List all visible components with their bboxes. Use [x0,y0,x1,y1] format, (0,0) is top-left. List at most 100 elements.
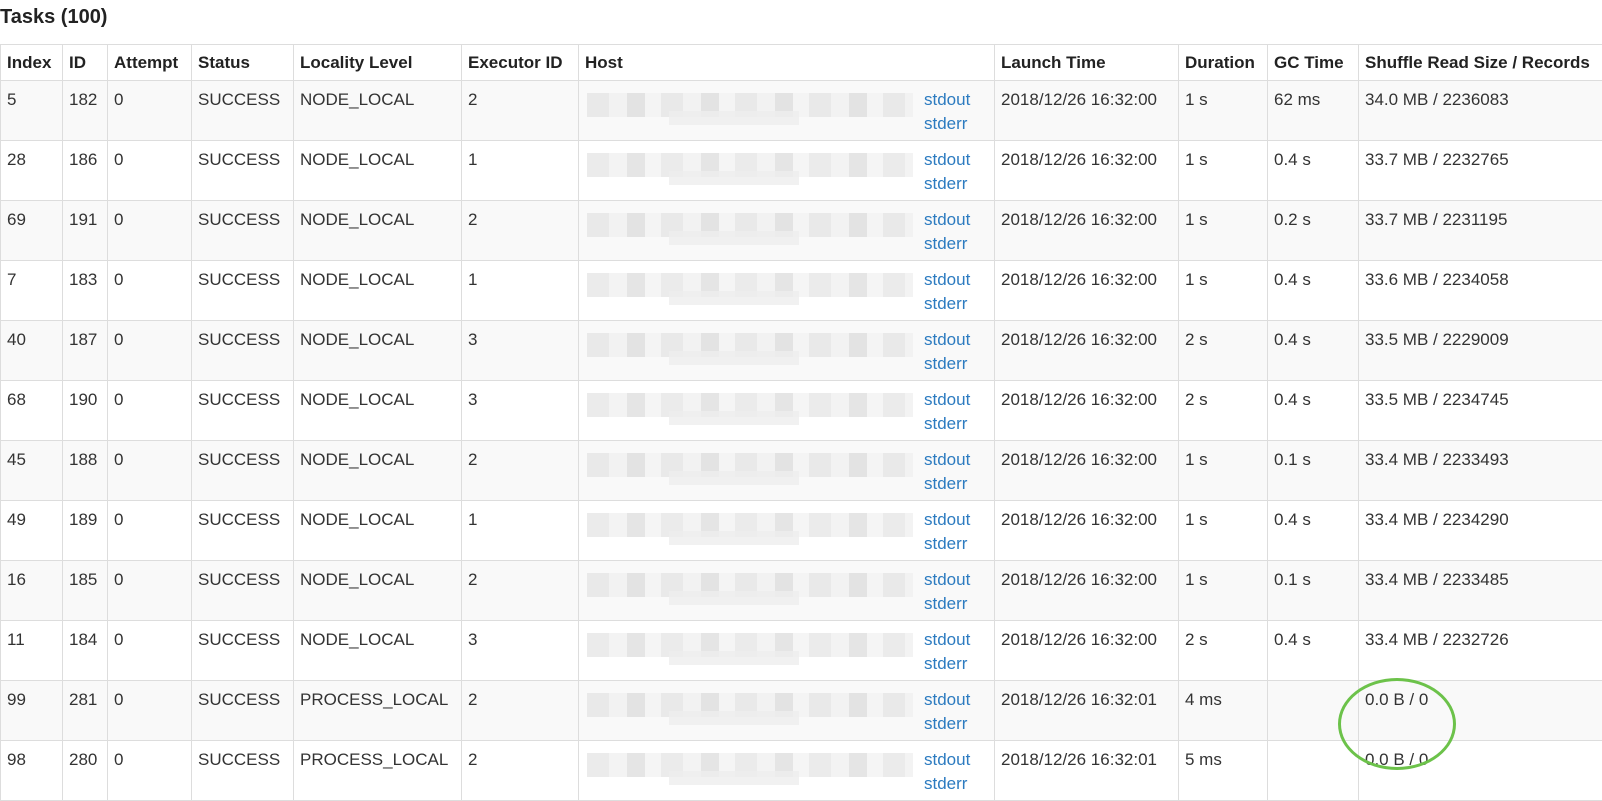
cell-index: 49 [1,501,63,561]
cell-attempt: 0 [108,381,192,441]
stdout-link[interactable]: stdout [924,328,970,352]
cell-host: stdout stderr [579,621,995,681]
cell-attempt: 0 [108,561,192,621]
cell-duration: 1 s [1179,441,1268,501]
column-header-id[interactable]: ID [63,45,108,81]
cell-attempt: 0 [108,321,192,381]
cell-attempt: 0 [108,81,192,141]
cell-shuffle-read: 33.5 MB / 2229009 [1359,321,1602,381]
cell-launch-time: 2018/12/26 16:32:01 [995,681,1179,741]
cell-task-id: 188 [63,441,108,501]
cell-status: SUCCESS [192,381,294,441]
cell-executor-id: 1 [462,141,579,201]
log-links: stdout stderr [924,148,970,196]
stderr-link[interactable]: stderr [924,412,970,436]
cell-status: SUCCESS [192,261,294,321]
stderr-link[interactable]: stderr [924,652,970,676]
stderr-link[interactable]: stderr [924,772,970,796]
cell-host: stdout stderr [579,81,995,141]
stderr-link[interactable]: stderr [924,712,970,736]
stdout-link[interactable]: stdout [924,688,970,712]
page-title: Tasks (100) [0,6,107,29]
column-header-locality-level[interactable]: Locality Level [294,45,462,81]
cell-launch-time: 2018/12/26 16:32:00 [995,441,1179,501]
cell-shuffle-read: 33.7 MB / 2231195 [1359,201,1602,261]
redacted-host-name-overlay [669,111,799,125]
column-header-duration[interactable]: Duration [1179,45,1268,81]
cell-launch-time: 2018/12/26 16:32:00 [995,621,1179,681]
column-header-gc-time[interactable]: GC Time [1268,45,1359,81]
cell-status: SUCCESS [192,501,294,561]
stdout-link[interactable]: stdout [924,748,970,772]
column-header-shuffle-read[interactable]: Shuffle Read Size / Records [1359,45,1602,81]
cell-gc-time: 0.2 s [1268,201,1359,261]
stderr-link[interactable]: stderr [924,352,970,376]
cell-gc-time: 0.1 s [1268,561,1359,621]
table-row: 28 186 0 SUCCESS NODE_LOCAL 1 stdout std… [1,141,1602,201]
stdout-link[interactable]: stdout [924,448,970,472]
cell-host: stdout stderr [579,321,995,381]
cell-attempt: 0 [108,441,192,501]
redacted-host-name-overlay [669,651,799,665]
cell-task-id: 183 [63,261,108,321]
column-header-executor-id[interactable]: Executor ID [462,45,579,81]
stderr-link[interactable]: stderr [924,232,970,256]
stdout-link[interactable]: stdout [924,628,970,652]
stdout-link[interactable]: stdout [924,148,970,172]
cell-locality-level: NODE_LOCAL [294,321,462,381]
stderr-link[interactable]: stderr [924,532,970,556]
column-header-status[interactable]: Status [192,45,294,81]
column-header-launch-time[interactable]: Launch Time [995,45,1179,81]
cell-executor-id: 2 [462,81,579,141]
table-row: 68 190 0 SUCCESS NODE_LOCAL 3 stdout std… [1,381,1602,441]
cell-locality-level: NODE_LOCAL [294,381,462,441]
cell-status: SUCCESS [192,201,294,261]
log-links: stdout stderr [924,628,970,676]
table-row: 49 189 0 SUCCESS NODE_LOCAL 1 stdout std… [1,501,1602,561]
column-header-index[interactable]: Index [1,45,63,81]
cell-launch-time: 2018/12/26 16:32:00 [995,141,1179,201]
cell-launch-time: 2018/12/26 16:32:00 [995,561,1179,621]
cell-executor-id: 2 [462,681,579,741]
cell-shuffle-read: 34.0 MB / 2236083 [1359,81,1602,141]
stderr-link[interactable]: stderr [924,472,970,496]
stdout-link[interactable]: stdout [924,568,970,592]
column-header-host[interactable]: Host [579,45,995,81]
cell-duration: 2 s [1179,621,1268,681]
log-links: stdout stderr [924,508,970,556]
cell-executor-id: 2 [462,441,579,501]
stderr-link[interactable]: stderr [924,112,970,136]
cell-status: SUCCESS [192,81,294,141]
cell-launch-time: 2018/12/26 16:32:00 [995,81,1179,141]
cell-host: stdout stderr [579,681,995,741]
cell-duration: 2 s [1179,381,1268,441]
cell-duration: 1 s [1179,501,1268,561]
cell-index: 99 [1,681,63,741]
cell-executor-id: 2 [462,561,579,621]
cell-host: stdout stderr [579,141,995,201]
cell-index: 16 [1,561,63,621]
stdout-link[interactable]: stdout [924,268,970,292]
cell-shuffle-read: 33.5 MB / 2234745 [1359,381,1602,441]
stdout-link[interactable]: stdout [924,508,970,532]
stderr-link[interactable]: stderr [924,592,970,616]
log-links: stdout stderr [924,208,970,256]
table-header-row: Index ID Attempt Status Locality Level E… [1,45,1602,81]
cell-index: 40 [1,321,63,381]
stdout-link[interactable]: stdout [924,388,970,412]
cell-status: SUCCESS [192,561,294,621]
column-header-attempt[interactable]: Attempt [108,45,192,81]
cell-duration: 1 s [1179,561,1268,621]
stderr-link[interactable]: stderr [924,292,970,316]
redacted-host-name-overlay [669,711,799,725]
cell-shuffle-read: 33.7 MB / 2232765 [1359,141,1602,201]
cell-shuffle-read: 33.6 MB / 2234058 [1359,261,1602,321]
stdout-link[interactable]: stdout [924,88,970,112]
stdout-link[interactable]: stdout [924,208,970,232]
cell-shuffle-read: 33.4 MB / 2233485 [1359,561,1602,621]
cell-gc-time: 0.4 s [1268,381,1359,441]
stderr-link[interactable]: stderr [924,172,970,196]
cell-shuffle-read: 33.4 MB / 2234290 [1359,501,1602,561]
cell-index: 5 [1,81,63,141]
cell-executor-id: 2 [462,201,579,261]
